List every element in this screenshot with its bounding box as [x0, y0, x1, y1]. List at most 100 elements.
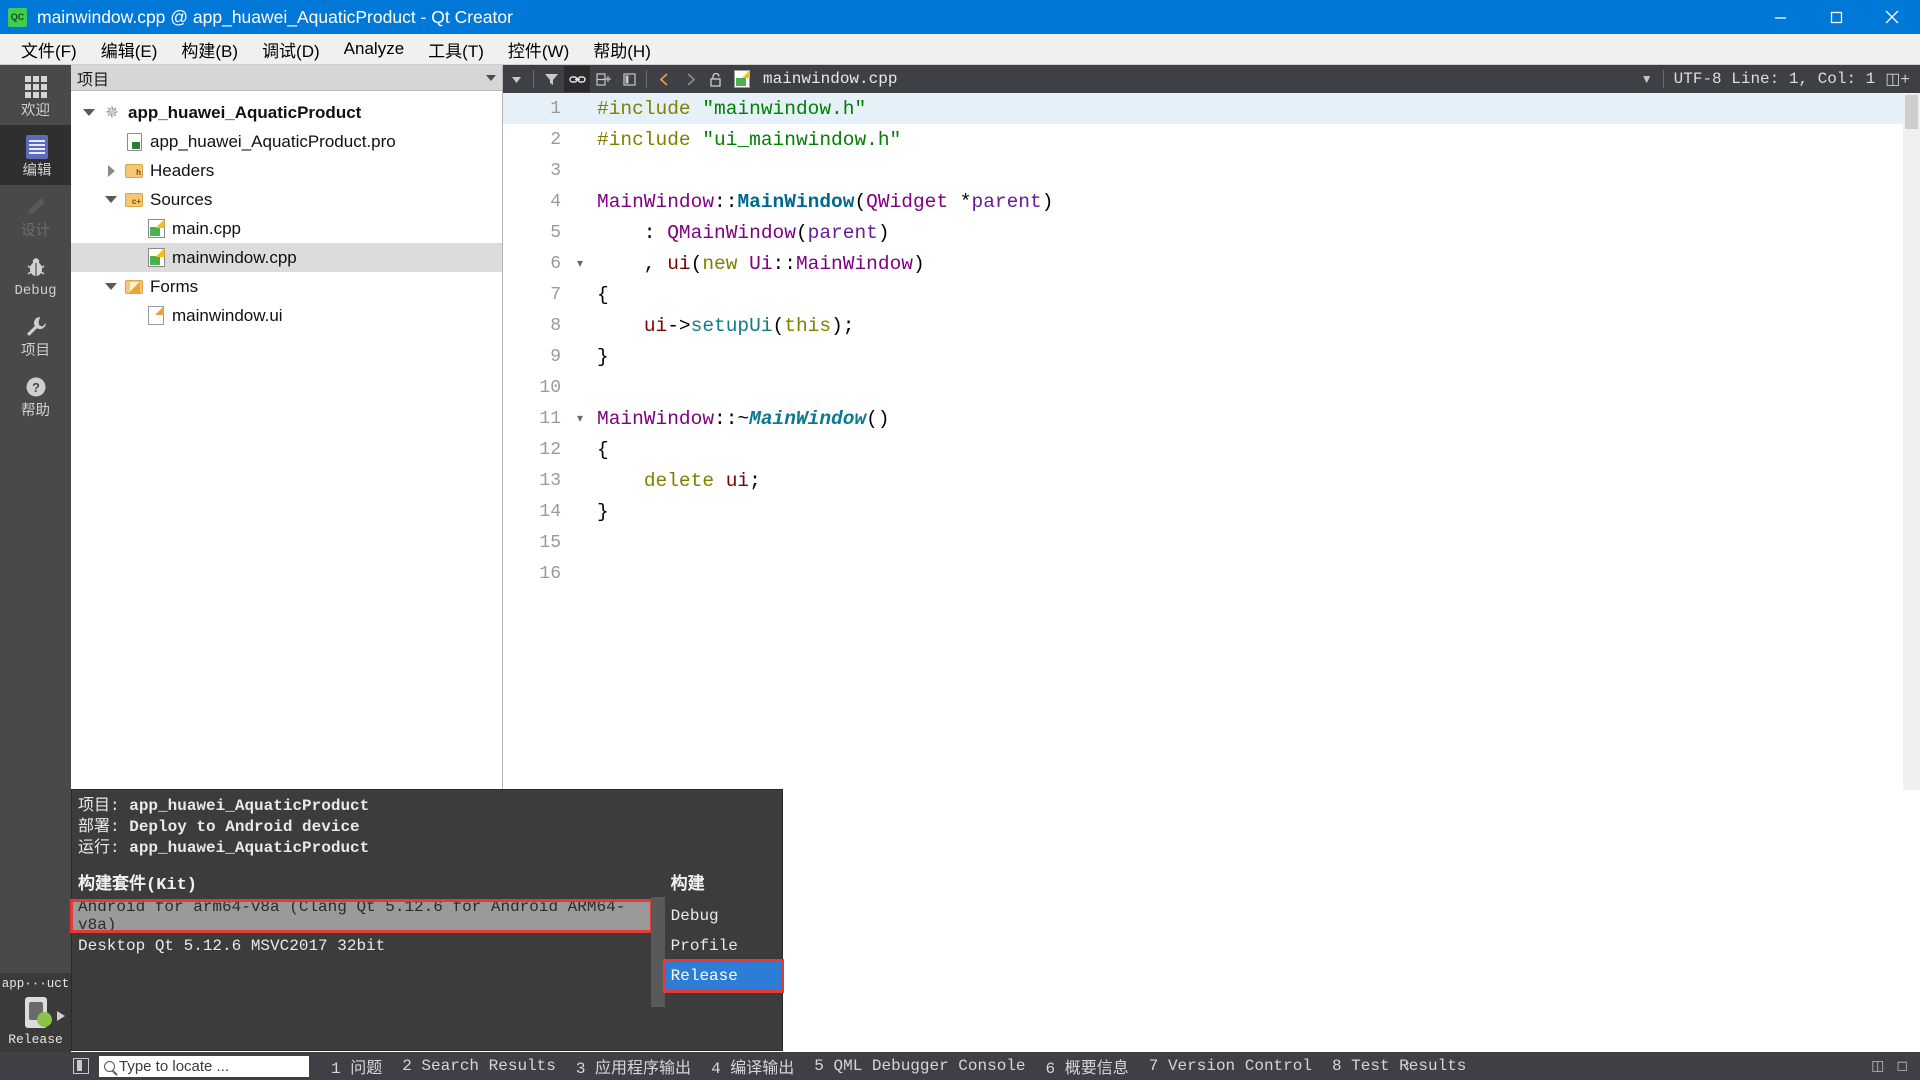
output-pane-4[interactable]: 4 编译输出 [711, 1054, 794, 1078]
output-pane-7[interactable]: 7 Version Control [1149, 1057, 1312, 1075]
line-number: 6 [550, 253, 561, 274]
tree-item-label: Headers [150, 160, 215, 180]
code-line-12[interactable]: 12 { [503, 434, 1903, 465]
toggle-sidebar-icon[interactable] [73, 1058, 89, 1074]
menu-item-2[interactable]: 构建(B) [169, 34, 250, 65]
status-bar-right: ↕ ◫ ◻ [1403, 1058, 1920, 1075]
chevron-down-icon[interactable] [503, 66, 529, 92]
chevron-down-icon[interactable] [486, 74, 496, 81]
output-pane-3[interactable]: 3 应用程序输出 [576, 1054, 691, 1078]
output-pane-updown-icon[interactable]: ↕ [1403, 1058, 1412, 1075]
output-pane-1[interactable]: 1 问题 [331, 1054, 382, 1078]
mode-label: 项目 [21, 343, 50, 359]
output-pane-buttons: 1 问题 2 Search Results 3 应用程序输出 4 编译输出 5 QML … [331, 1054, 1466, 1078]
menu-item-0[interactable]: 文件(F) [9, 34, 89, 65]
menu-item-6[interactable]: 控件(W) [496, 34, 581, 65]
build-column-title: 构建 [670, 876, 705, 895]
code-line-5[interactable]: 5 : QMainWindow(parent) [503, 217, 1903, 248]
symbol-chevron-down-icon[interactable]: ▼ [1641, 72, 1653, 86]
code-editor[interactable]: 1 #include "mainwindow.h" 2 #include "ui_ma… [503, 93, 1903, 790]
chevron-down-icon[interactable] [99, 283, 123, 290]
tree-item-Forms[interactable]: Forms [71, 272, 502, 301]
kit-popup-run-label: 运行: [78, 839, 120, 857]
folder-cpp-icon: c+ [123, 192, 145, 207]
tree-item-app_huawei_AquaticProduct.pro[interactable]: app_huawei_AquaticProduct.pro [71, 127, 502, 156]
question-icon: ? [24, 374, 48, 400]
window-title: mainwindow.cpp @ app_huawei_AquaticProdu… [37, 6, 513, 27]
folder-h-icon: h [123, 163, 145, 178]
mode-button-Debug[interactable]: Debug [0, 245, 71, 305]
chevron-right-icon[interactable] [99, 164, 123, 177]
back-arrow-icon[interactable] [651, 66, 677, 92]
divider [533, 70, 534, 88]
code-line-15[interactable]: 15 [503, 527, 1903, 558]
tree-item-main.cpp[interactable]: main.cpp [71, 214, 502, 243]
output-pane-2[interactable]: 2 Search Results [402, 1057, 556, 1075]
split-side-icon[interactable] [616, 66, 642, 92]
mode-button-项目[interactable]: 项目 [0, 305, 71, 365]
mode-button-帮助[interactable]: ? 帮助 [0, 365, 71, 425]
menu-item-4[interactable]: Analyze [332, 36, 416, 62]
code-line-16[interactable]: 16 [503, 558, 1903, 589]
link-icon[interactable] [564, 66, 590, 92]
unlock-icon[interactable] [703, 66, 729, 92]
split-horizontal-icon[interactable]: ◫+ [1885, 69, 1910, 89]
svg-text:?: ? [32, 380, 40, 395]
output-pane-5[interactable]: 5 QML Debugger Console [814, 1057, 1025, 1075]
build-option-Debug[interactable]: Debug [665, 901, 782, 931]
code-line-13[interactable]: 13 delete ui; [503, 465, 1903, 496]
code-line-6[interactable]: 6 ▾ , ui(new Ui::MainWindow) [503, 248, 1903, 279]
chevron-down-icon[interactable] [99, 196, 123, 203]
question-icon: ? [26, 377, 45, 397]
maximize-output-icon[interactable]: ◻ [1896, 1058, 1908, 1075]
code-line-2[interactable]: 2 #include "ui_mainwindow.h" [503, 124, 1903, 155]
line-number: 12 [539, 439, 561, 460]
fold-marker-icon[interactable]: ▾ [567, 256, 593, 271]
filter-icon[interactable] [538, 66, 564, 92]
encoding-line-col-status[interactable]: UTF-8 Line: 1, Col: 1 [1674, 70, 1876, 88]
editor-vertical-scrollbar[interactable] [1903, 93, 1920, 790]
tree-item-Sources[interactable]: c+ Sources [71, 185, 502, 214]
build-option-Profile[interactable]: Profile [665, 931, 782, 961]
minimize-icon[interactable] [1752, 0, 1808, 34]
menu-item-1[interactable]: 编辑(E) [89, 34, 170, 65]
code-line-4[interactable]: 4 MainWindow::MainWindow(QWidget *parent) [503, 186, 1903, 217]
chevron-down-icon[interactable] [77, 109, 101, 116]
tree-item-mainwindow.cpp[interactable]: mainwindow.cpp [71, 243, 502, 272]
maximize-icon[interactable] [1808, 0, 1864, 34]
output-pane-6[interactable]: 6 概要信息 [1046, 1054, 1129, 1078]
tree-item-app_huawei_AquaticProduct[interactable]: ✵ app_huawei_AquaticProduct [71, 98, 502, 127]
fold-marker-icon[interactable]: ▾ [567, 411, 593, 426]
build-option-Release[interactable]: Release [662, 959, 785, 993]
editor-filename[interactable]: mainwindow.cpp [763, 70, 897, 88]
mode-button-欢迎[interactable]: 欢迎 [0, 65, 71, 125]
code-line-11[interactable]: 11 ▾ MainWindow::~MainWindow() [503, 403, 1903, 434]
output-pane-8[interactable]: 8 Test Results [1332, 1057, 1466, 1075]
kit-option-0[interactable]: Android for arm64-v8a (Clang Qt 5.12.6 f… [70, 898, 653, 934]
kit-option-1[interactable]: Desktop Qt 5.12.6 MSVC2017 32bit [72, 931, 651, 961]
menu-item-7[interactable]: 帮助(H) [581, 34, 663, 65]
progress-area [1829, 1060, 1859, 1072]
code-line-14[interactable]: 14} [503, 496, 1903, 527]
forward-arrow-icon[interactable] [677, 66, 703, 92]
tree-item-Headers[interactable]: h Headers [71, 156, 502, 185]
tree-item-mainwindow.ui[interactable]: mainwindow.ui [71, 301, 502, 330]
code-line-3[interactable]: 3 [503, 155, 1903, 186]
split-add-icon[interactable] [590, 66, 616, 92]
menu-item-3[interactable]: 调试(D) [250, 34, 332, 65]
mode-button-编辑[interactable]: 编辑 [0, 125, 71, 185]
locator-input[interactable]: Type to locate ... [99, 1055, 309, 1077]
close-icon[interactable] [1864, 0, 1920, 34]
run-kit-selector[interactable]: app···uct Release [0, 973, 71, 1054]
code-line-1[interactable]: 1 #include "mainwindow.h" [503, 93, 1903, 124]
code-line-9[interactable]: 9} [503, 341, 1903, 372]
code-text: MainWindow::~MainWindow() [597, 407, 890, 430]
code-line-8[interactable]: 8 ui->setupUi(this); [503, 310, 1903, 341]
scrollbar-thumb[interactable] [1905, 95, 1918, 129]
code-line-10[interactable]: 10 [503, 372, 1903, 403]
split-icon[interactable]: ◫ [1871, 1058, 1884, 1075]
kit-popup-scrollbar[interactable] [650, 897, 665, 1007]
menu-item-5[interactable]: 工具(T) [416, 34, 496, 65]
code-line-7[interactable]: 7{ [503, 279, 1903, 310]
divider [1662, 70, 1664, 88]
